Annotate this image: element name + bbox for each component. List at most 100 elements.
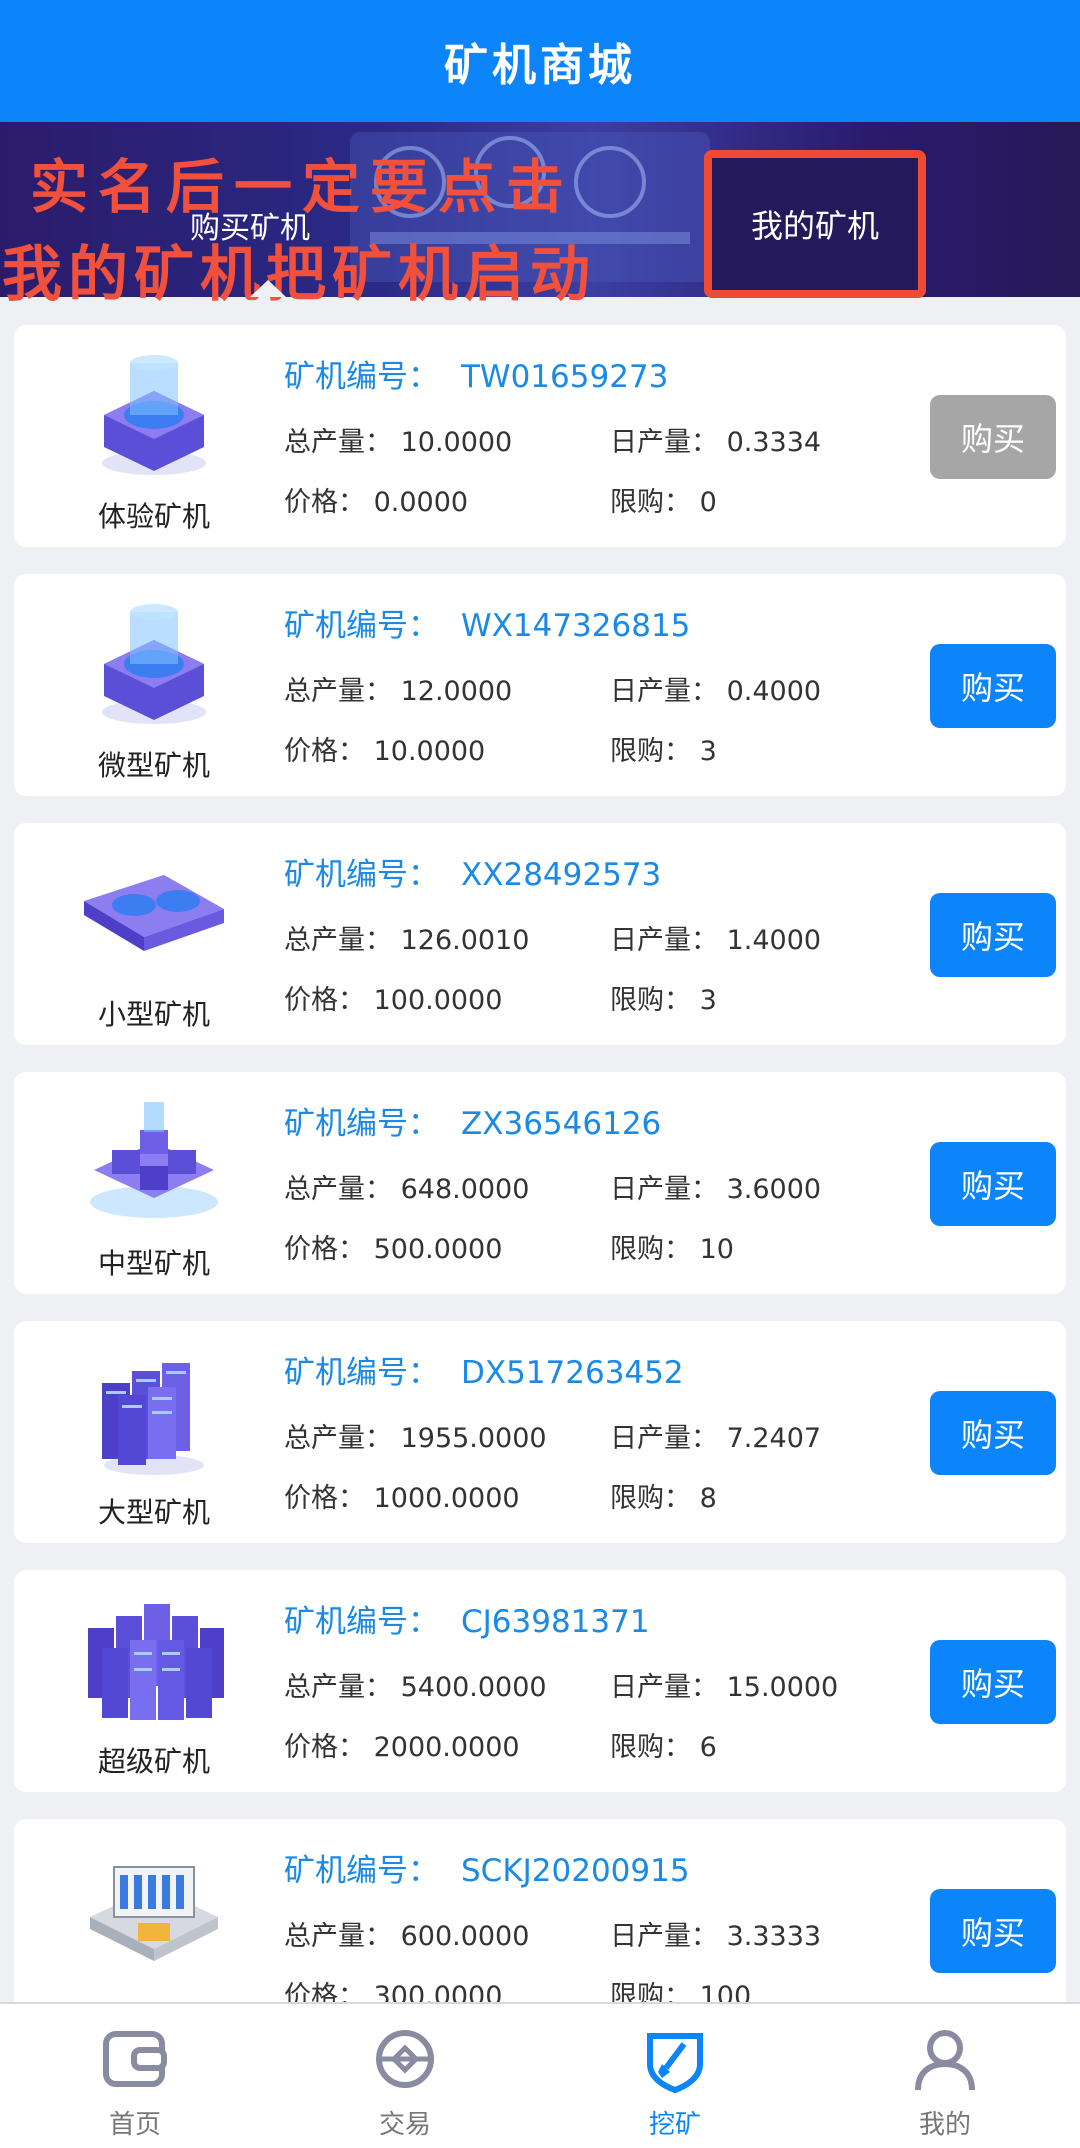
purchase-limit: 限购： 10	[610, 1234, 734, 1265]
machine-code-row: 矿机编号： CJ63981371	[284, 1596, 650, 1641]
shovel-shield-icon	[647, 2033, 703, 2094]
top-bar: 矿机商城	[0, 0, 1080, 122]
purchase-limit: 限购： 8	[610, 1483, 717, 1514]
tab-my-machines[interactable]: 我的矿机	[704, 150, 926, 298]
machine-stats-row: 价格： 100.0000 限购： 3	[284, 978, 717, 1017]
machine-stats-row: 价格： 0.0000 限购： 0	[284, 480, 717, 519]
machine-stats-row: 价格： 500.0000 限购： 10	[284, 1227, 734, 1266]
buy-button[interactable]: 购买	[930, 1640, 1056, 1724]
machine-code-row: 矿机编号： ZX36546126	[284, 1098, 661, 1143]
machine-stats-row: 总产量： 5400.0000 日产量： 15.0000	[284, 1665, 838, 1704]
single-fan-server-icon	[74, 343, 234, 483]
daily-output: 日产量： 0.4000	[610, 676, 822, 707]
machine-name: 大型矿机	[97, 1496, 210, 1529]
user-icon	[915, 2030, 975, 2091]
buy-button[interactable]: 购买	[930, 1142, 1056, 1226]
server-racks-icon	[74, 1339, 234, 1479]
total-output: 总产量： 600.0000	[284, 1921, 530, 1952]
active-tab-indicator	[250, 280, 286, 297]
machine-stats-row: 总产量： 1955.0000 日产量： 7.2407	[284, 1416, 821, 1455]
machine-card: 超级矿机 矿机编号： CJ63981371 总产量： 5400.0000 日产量： 15…	[14, 1570, 1066, 1792]
machine-card: 微型矿机 矿机编号： WX147326815 总产量： 12.0000 日产量： 0.4…	[14, 574, 1066, 796]
machine-code-label: 矿机编号：	[284, 1355, 439, 1391]
nav-label-profile: 我的	[918, 2110, 971, 2140]
nav-item-trade[interactable]: 交易	[270, 2004, 540, 2148]
machine-code-value: TW01659273	[461, 359, 669, 395]
machine-card: 大型矿机 矿机编号： DX517263452 总产量： 1955.0000 日产量： 7…	[14, 1321, 1066, 1543]
daily-output: 日产量： 3.3333	[610, 1921, 822, 1952]
buy-button[interactable]: 购买	[930, 893, 1056, 977]
buy-button[interactable]: 购买	[930, 644, 1056, 728]
total-output: 总产量： 126.0010	[284, 925, 530, 956]
machine-code-label: 矿机编号：	[284, 1853, 439, 1889]
machine-code-value: SCKJ20200915	[461, 1853, 690, 1889]
purchase-limit: 限购： 0	[610, 487, 717, 518]
dual-fan-board-icon	[74, 841, 234, 981]
machine-code-label: 矿机编号：	[284, 1604, 439, 1640]
server-cluster-icon	[74, 1090, 234, 1230]
buy-button[interactable]: 购买	[930, 1391, 1056, 1475]
machine-stats-row: 价格： 1000.0000 限购： 8	[284, 1476, 717, 1515]
daily-output: 日产量： 7.2407	[610, 1423, 822, 1454]
machine-code-row: 矿机编号： SCKJ20200915	[284, 1845, 690, 1890]
machine-name: 体验矿机	[97, 500, 210, 533]
price: 价格： 2000.0000	[284, 1732, 520, 1763]
machine-stats-row: 总产量： 12.0000 日产量： 0.4000	[284, 669, 821, 708]
machine-stats-row: 总产量： 10.0000 日产量： 0.3334	[284, 420, 821, 459]
total-output: 总产量： 12.0000	[284, 676, 513, 707]
purchase-limit: 限购： 3	[610, 736, 717, 767]
machine-card: 体验矿机 矿机编号： TW01659273 总产量： 10.0000 日产量： 0.33…	[14, 325, 1066, 547]
page: 矿机商城 实名后一定要点击 购买矿机 我的矿机把矿机启动 我的矿机 体验矿机 矿机…	[0, 0, 1080, 2148]
price: 价格： 100.0000	[284, 985, 503, 1016]
total-output: 总产量： 5400.0000	[284, 1672, 547, 1703]
buy-button[interactable]: 购买	[930, 395, 1056, 479]
machine-stats-row: 总产量： 648.0000 日产量： 3.6000	[284, 1167, 821, 1206]
mining-facility-icon	[74, 1837, 234, 1977]
single-fan-server-icon	[74, 592, 234, 732]
annotation-text-line2: 我的矿机把矿机启动	[2, 240, 596, 310]
machine-code-label: 矿机编号：	[284, 857, 439, 893]
machine-card: 小型矿机 矿机编号： XX28492573 总产量： 126.0010 日产量： 1.4…	[14, 823, 1066, 1045]
total-output: 总产量： 1955.0000	[284, 1423, 547, 1454]
machine-code-row: 矿机编号： TW01659273	[284, 351, 668, 396]
nav-item-profile[interactable]: 我的	[810, 2004, 1080, 2148]
total-output: 总产量： 10.0000	[284, 427, 513, 458]
machine-stats-row: 价格： 2000.0000 限购： 6	[284, 1725, 717, 1764]
total-output: 总产量： 648.0000	[284, 1174, 530, 1205]
machine-name: 小型矿机	[97, 998, 210, 1031]
wallet-icon	[103, 2031, 167, 2087]
nav-label-mining: 挖矿	[648, 2110, 701, 2140]
machine-code-row: 矿机编号： WX147326815	[284, 600, 690, 645]
daily-output: 日产量： 0.3334	[610, 427, 822, 458]
machine-code-value: ZX36546126	[461, 1106, 662, 1142]
price: 价格： 10.0000	[284, 736, 486, 767]
machine-stats-row: 总产量： 126.0010 日产量： 1.4000	[284, 918, 821, 957]
daily-output: 日产量： 1.4000	[610, 925, 822, 956]
machine-code-label: 矿机编号：	[284, 1106, 439, 1142]
page-title: 矿机商城	[444, 40, 636, 91]
price: 价格： 1000.0000	[284, 1483, 520, 1514]
machine-code-value: XX28492573	[461, 857, 662, 893]
machine-code-row: 矿机编号： DX517263452	[284, 1347, 684, 1392]
nav-label-trade: 交易	[378, 2110, 431, 2140]
machine-code-label: 矿机编号：	[284, 608, 439, 644]
machine-stats-row: 价格： 10.0000 限购： 3	[284, 729, 717, 768]
nav-item-mining[interactable]: 挖矿	[540, 2004, 810, 2148]
price: 价格： 500.0000	[284, 1234, 503, 1265]
server-farm-icon	[74, 1588, 234, 1728]
machine-name: 微型矿机	[97, 749, 210, 782]
nav-label-home: 首页	[108, 2110, 161, 2140]
purchase-limit: 限购： 6	[610, 1732, 717, 1763]
machine-code-label: 矿机编号：	[284, 359, 439, 395]
daily-output: 日产量： 3.6000	[610, 1174, 822, 1205]
machine-code-value: CJ63981371	[461, 1604, 650, 1640]
tab-my-machines-label: 我的矿机	[750, 207, 879, 245]
machine-code-value: WX147326815	[461, 608, 691, 644]
nav-item-home[interactable]: 首页	[0, 2004, 270, 2148]
exchange-icon	[376, 2030, 434, 2088]
machine-stats-row: 总产量： 600.0000 日产量： 3.3333	[284, 1914, 821, 1953]
daily-output: 日产量： 15.0000	[610, 1672, 839, 1703]
buy-button[interactable]: 购买	[930, 1889, 1056, 1973]
purchase-limit: 限购： 3	[610, 985, 717, 1016]
machine-code-value: DX517263452	[461, 1355, 684, 1391]
